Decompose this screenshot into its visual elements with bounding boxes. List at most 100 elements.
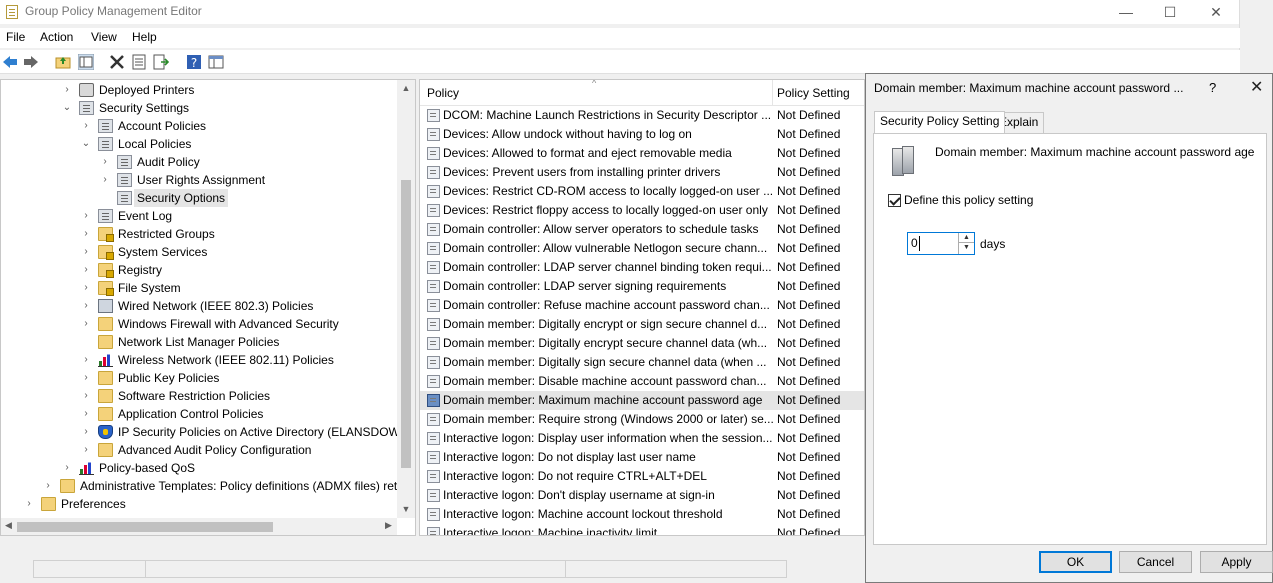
chevron-right-icon[interactable]: › [81,405,91,423]
column-divider[interactable] [772,80,773,106]
table-row[interactable]: Domain controller: Refuse machine accoun… [420,296,864,315]
up-folder-icon[interactable] [55,54,71,70]
export-icon[interactable] [153,54,170,70]
chevron-right-icon[interactable]: › [81,315,91,333]
back-icon[interactable] [2,54,18,70]
tree-item-label: User Rights Assignment [137,173,266,187]
chevron-down-icon[interactable]: ⌄ [62,99,72,117]
table-row[interactable]: Domain controller: LDAP server signing r… [420,277,864,296]
chevron-right-icon[interactable]: › [81,387,91,405]
minimize-button[interactable]: — [1103,0,1149,24]
table-row[interactable]: Devices: Restrict CD-ROM access to local… [420,182,864,201]
password-age-stepper[interactable]: 0 ▲ ▼ [907,232,975,255]
chevron-right-icon[interactable]: › [24,495,34,513]
table-row[interactable]: Domain member: Digitally sign secure cha… [420,353,864,372]
chevron-right-icon[interactable]: › [100,153,110,171]
maximize-button[interactable]: ☐ [1147,0,1193,24]
folder-icon [98,371,113,385]
close-icon[interactable]: ✕ [1250,77,1263,97]
cancel-button[interactable]: Cancel [1119,551,1192,573]
scroll-thumb[interactable] [17,522,273,532]
chevron-right-icon[interactable]: › [81,225,91,243]
policy-item-icon [427,489,440,502]
policy-icon [117,173,132,187]
chevron-right-icon[interactable]: › [62,459,72,477]
chevron-right-icon[interactable]: › [43,477,53,495]
table-row[interactable]: Domain member: Digitally encrypt or sign… [420,315,864,334]
scroll-left-icon[interactable]: ◀ [5,520,12,531]
menu-file[interactable]: File [6,30,25,44]
tab-security-policy-setting[interactable]: Security Policy Setting [874,111,1006,133]
table-row[interactable]: Interactive logon: Don't display usernam… [420,486,864,505]
policy-item-icon [427,109,440,122]
table-row[interactable]: Interactive logon: Do not require CTRL+A… [420,467,864,486]
table-row[interactable]: Devices: Restrict floppy access to local… [420,201,864,220]
column-header-policy-setting[interactable]: Policy Setting [777,86,850,100]
chevron-right-icon[interactable]: › [81,207,91,225]
tree-pane[interactable]: › Deployed Printers ⌄ Security Settings › A… [0,79,416,536]
policy-icon [98,209,113,223]
chevron-right-icon[interactable]: › [100,171,110,189]
scroll-up-icon[interactable]: ▲ [401,83,411,93]
table-row[interactable]: Domain controller: LDAP server channel b… [420,258,864,277]
chart-icon [98,353,113,367]
policy-setting-value: Not Defined [777,222,841,236]
properties-icon[interactable] [131,54,147,70]
menu-action[interactable]: Action [40,30,73,44]
table-row[interactable]: Domain member: Digitally encrypt secure … [420,334,864,353]
table-row[interactable]: DCOM: Machine Launch Restrictions in Sec… [420,106,864,125]
chevron-right-icon[interactable]: › [81,441,91,459]
stepper-up-icon[interactable]: ▲ [959,233,974,243]
tree-horizontal-scrollbar[interactable]: ◀ ▶ [1,518,397,535]
chevron-right-icon[interactable]: › [81,243,91,261]
menu-view[interactable]: View [91,30,117,44]
table-row[interactable]: Domain controller: Allow vulnerable Netl… [420,239,864,258]
table-row[interactable]: Interactive logon: Machine account locko… [420,505,864,524]
help-button[interactable]: ? [1209,80,1216,95]
ok-button[interactable]: OK [1039,551,1112,573]
table-row[interactable]: Interactive logon: Display user informat… [420,429,864,448]
chevron-down-icon[interactable]: ⌄ [81,135,91,153]
column-header-policy[interactable]: Policy [427,86,459,100]
chevron-right-icon[interactable]: › [81,261,91,279]
console-icon[interactable] [208,54,224,70]
title-bar: Group Policy Management Editor — ☐ ✕ [0,0,1240,24]
help-icon[interactable]: ? [186,54,202,70]
policy-item-icon [427,185,440,198]
scroll-down-icon[interactable]: ▼ [401,504,411,514]
forward-icon[interactable] [23,54,39,70]
chevron-right-icon[interactable]: › [81,423,91,441]
scroll-thumb[interactable] [401,180,411,468]
table-row[interactable]: Domain member: Disable machine account p… [420,372,864,391]
apply-button[interactable]: Apply [1200,551,1273,573]
table-row[interactable]: Devices: Allowed to format and eject rem… [420,144,864,163]
policy-list-pane[interactable]: ^ Policy Policy Setting DCOM: Machine La… [419,79,865,536]
stepper-value[interactable]: 0 [911,236,918,250]
chevron-right-icon[interactable]: › [81,369,91,387]
menu-help[interactable]: Help [132,30,157,44]
table-row[interactable]: Interactive logon: Do not display last u… [420,448,864,467]
stepper-down-icon[interactable]: ▼ [959,243,974,253]
tree-vertical-scrollbar[interactable]: ▲ ▼ [397,80,415,518]
table-row[interactable]: Devices: Allow undock without having to … [420,125,864,144]
delete-icon[interactable] [109,54,125,70]
policy-name: Domain member: Disable machine account p… [443,374,767,388]
chevron-right-icon[interactable]: › [81,117,91,135]
table-row[interactable]: Devices: Prevent users from installing p… [420,163,864,182]
policy-name: Devices: Allowed to format and eject rem… [443,146,732,160]
table-row[interactable]: Interactive logon: Machine inactivity li… [420,524,864,536]
table-row[interactable]: Domain member: Require strong (Windows 2… [420,410,864,429]
chevron-right-icon[interactable]: › [81,297,91,315]
show-hide-tree-icon[interactable] [77,53,95,71]
table-row[interactable]: Domain member: Maximum machine account p… [420,391,864,410]
chevron-right-icon[interactable]: › [62,81,72,99]
table-row[interactable]: Domain controller: Allow server operator… [420,220,864,239]
policy-name: Interactive logon: Machine inactivity li… [443,526,658,536]
define-policy-checkbox[interactable] [888,194,901,207]
chevron-right-icon[interactable]: › [81,351,91,369]
tree-item-label: Software Restriction Policies [118,389,271,403]
policy-item-icon [427,242,440,255]
close-button[interactable]: ✕ [1193,0,1239,24]
chevron-right-icon[interactable]: › [81,279,91,297]
scroll-right-icon[interactable]: ▶ [385,520,392,531]
